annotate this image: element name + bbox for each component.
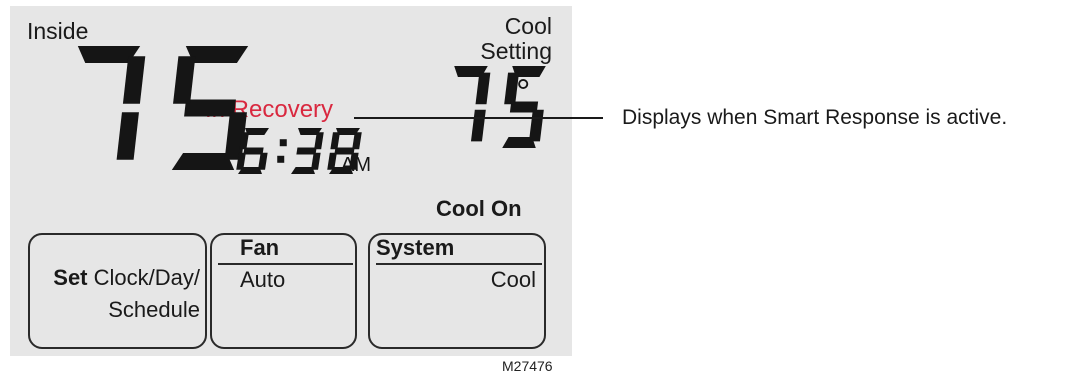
set-clock-day-schedule-button[interactable]: Set Clock/Day/ Schedule [28,233,207,349]
segment-c [116,112,139,160]
fan-label: Fan [240,235,280,260]
set-button-line2: Schedule [108,297,200,322]
fan-divider [218,263,353,265]
system-button[interactable]: System Cool [368,233,546,349]
set-button-line1: Set Clock/Day/ [53,265,200,291]
segment-c [470,109,486,142]
segment-c [528,109,544,142]
inside-temperature-digits [77,46,249,170]
smart-response-callout: Displays when Smart Response is active. [622,106,1008,129]
segment-g [184,99,236,117]
clock-meridiem: AM [341,154,371,176]
segment-b [475,72,491,105]
model-number: M27476 [502,358,553,374]
fan-value: Auto [240,267,286,292]
set-button-line1-rest: Clock/Day/ [87,265,200,290]
time-colon-dot [279,139,287,147]
segment-f [330,132,340,150]
system-divider [376,263,542,265]
segment-d [171,153,235,170]
fan-button[interactable]: Fan Auto [210,233,357,349]
segment-b [122,56,146,104]
segment-a [185,46,249,63]
set-temperature-digits [454,66,546,148]
system-value: Cool [490,267,536,292]
set-temperature-degree-symbol: ° [516,71,530,112]
set-button-bold: Set [53,265,88,290]
segment-f [173,56,196,104]
segment-c [311,152,321,170]
time-colon-dot [277,155,285,163]
segment-c [258,152,268,170]
system-label: System [376,235,455,260]
